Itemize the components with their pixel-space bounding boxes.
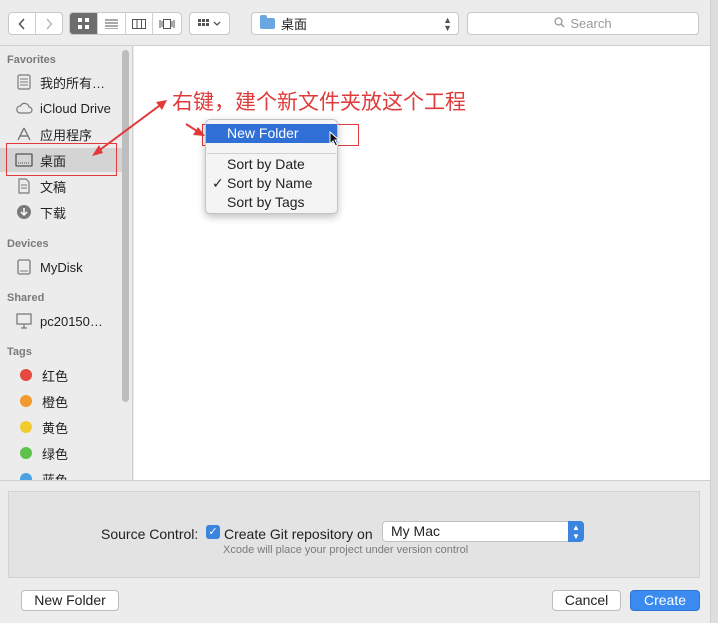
create-button[interactable]: Create xyxy=(630,590,700,611)
git-location-popup[interactable]: My Mac ▲ ▼ xyxy=(382,521,584,542)
checkmark-icon: ✓ xyxy=(212,175,224,191)
new-folder-button[interactable]: New Folder xyxy=(21,590,119,611)
popup-arrows-icon: ▲ ▼ xyxy=(568,521,584,542)
source-control-panel: Source Control: ✓ Create Git repository … xyxy=(8,491,700,578)
cancel-button[interactable]: Cancel xyxy=(552,590,621,611)
annotation-arrowhead-menu xyxy=(193,127,205,136)
create-git-checkbox[interactable]: ✓ xyxy=(206,525,220,539)
menu-separator xyxy=(207,153,336,154)
menu-item-label: Sort by Name xyxy=(227,175,313,191)
context-menu: New Folder Sort by Date ✓ Sort by Name S… xyxy=(205,119,338,214)
menu-item-sort-by-date[interactable]: Sort by Date xyxy=(206,155,337,174)
annotation-arrow-to-sidebar xyxy=(96,102,164,153)
menu-item-new-folder[interactable]: New Folder xyxy=(206,124,337,143)
bottom-panel: Source Control: ✓ Create Git repository … xyxy=(0,480,710,623)
annotation-arrowhead-top xyxy=(156,100,167,110)
source-control-hint: Xcode will place your project under vers… xyxy=(223,544,469,556)
menu-item-sort-by-name[interactable]: ✓ Sort by Name xyxy=(206,174,337,193)
create-git-label: Create Git repository on xyxy=(224,526,373,542)
git-location-value: My Mac xyxy=(391,523,440,539)
menu-item-sort-by-tags[interactable]: Sort by Tags xyxy=(206,193,337,212)
source-control-label: Source Control: xyxy=(101,526,199,542)
annotation-arrowhead-sidebar xyxy=(92,145,103,156)
mouse-cursor-icon xyxy=(329,131,341,147)
